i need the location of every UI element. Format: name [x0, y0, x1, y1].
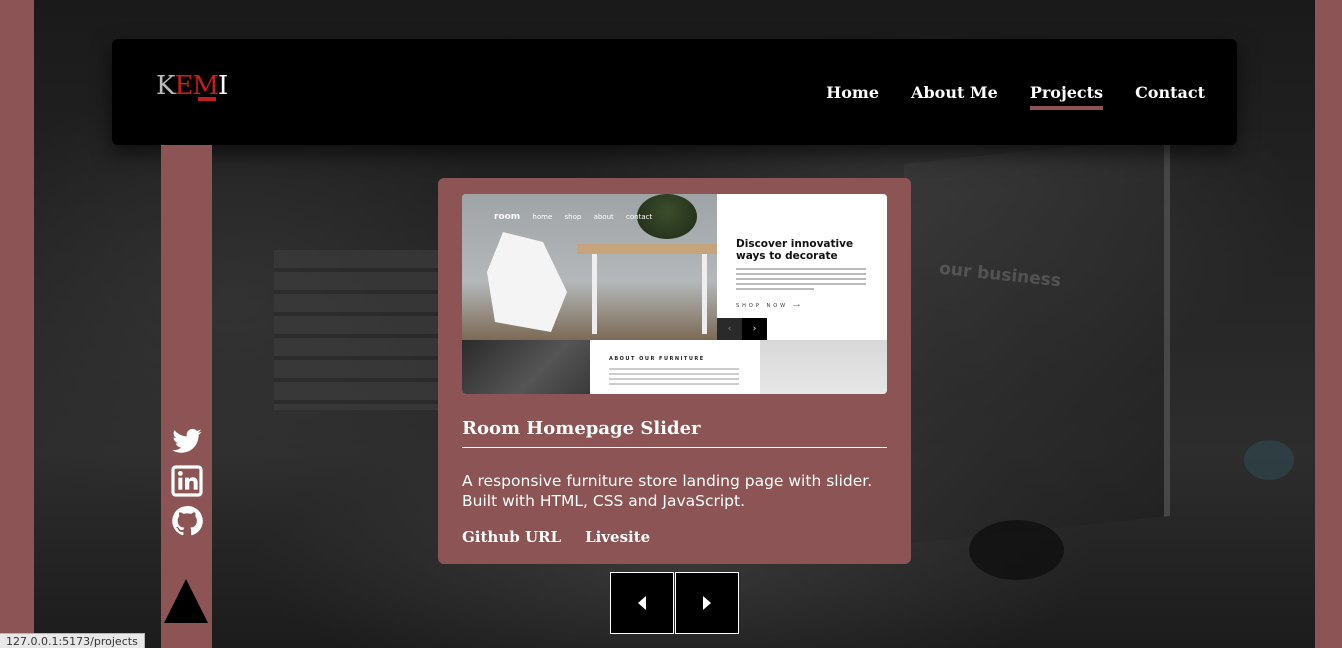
- preview-brand: room: [494, 212, 521, 222]
- project-preview-image[interactable]: room home shop about contact Discover in…: [462, 194, 887, 394]
- background-books: [274, 250, 444, 410]
- preview-about-lines: [609, 368, 739, 388]
- project-description: A responsive furniture store landing pag…: [462, 472, 873, 510]
- preview-chair: [487, 232, 567, 332]
- preview-next-icon: ›: [742, 318, 767, 340]
- nav-link-home[interactable]: Home: [826, 83, 879, 102]
- nav-links: Home About Me Projects Contact: [826, 83, 1205, 110]
- preview-cta: SHOP NOW ⟶: [736, 303, 803, 309]
- preview-light-photo: [760, 340, 887, 394]
- livesite-link[interactable]: Livesite: [585, 528, 650, 546]
- project-card: room home shop about contact Discover in…: [438, 178, 911, 564]
- caret-left-icon: [638, 596, 646, 610]
- preview-nav-item: contact: [626, 213, 653, 221]
- preview-body-lines: [736, 268, 866, 293]
- preview-nav: room home shop about contact: [494, 212, 662, 222]
- twitter-icon[interactable]: [171, 425, 203, 457]
- preview-about-section: ABOUT OUR FURNITURE: [590, 340, 760, 394]
- browser-status-url: 127.0.0.1:5173/projects: [0, 633, 145, 648]
- github-icon[interactable]: [171, 505, 203, 537]
- slider-prev-button[interactable]: [610, 572, 674, 634]
- logo-letter-m: M: [192, 71, 219, 101]
- preview-nav-item: about: [593, 213, 614, 221]
- background-mouse: [969, 520, 1064, 580]
- nav-link-projects[interactable]: Projects: [1029, 83, 1104, 110]
- preview-table-leg: [592, 254, 597, 334]
- preview-nav-item: home: [532, 213, 553, 221]
- social-sidebar: [161, 145, 212, 648]
- navbar: KEMI Home About Me Projects Contact: [112, 39, 1237, 145]
- preview-about-heading: ABOUT OUR FURNITURE: [609, 356, 705, 362]
- preview-dark-photo: [462, 340, 590, 394]
- preview-table: [577, 244, 717, 254]
- logo-letter-k: K: [156, 71, 175, 101]
- github-url-link[interactable]: Github URL: [462, 528, 561, 546]
- linkedin-icon[interactable]: [171, 465, 203, 497]
- background-monitor: [904, 136, 1170, 544]
- project-links: Github URL Livesite: [462, 528, 650, 546]
- preview-hero-photo: room home shop about contact: [462, 194, 717, 340]
- sidebar-triangle-decoration: [164, 579, 208, 623]
- background-cup: [1244, 440, 1294, 480]
- logo-letter-i: I: [218, 71, 228, 101]
- logo[interactable]: KEMI: [156, 71, 228, 105]
- nav-link-contact[interactable]: Contact: [1135, 83, 1205, 102]
- project-title: Room Homepage Slider: [462, 418, 887, 448]
- logo-letter-e: E: [174, 71, 193, 101]
- slider-next-button[interactable]: [675, 572, 739, 634]
- social-icons: [171, 425, 203, 537]
- nav-link-about-me[interactable]: About Me: [911, 83, 998, 102]
- preview-prev-icon: ‹: [717, 318, 742, 340]
- slider-controls: [610, 572, 739, 634]
- preview-nav-item: shop: [564, 213, 582, 221]
- preview-table-leg: [702, 254, 707, 334]
- preview-heading: Discover innovative ways to decorate: [736, 238, 854, 262]
- preview-arrows: ‹ ›: [717, 318, 767, 340]
- caret-right-icon: [703, 596, 711, 610]
